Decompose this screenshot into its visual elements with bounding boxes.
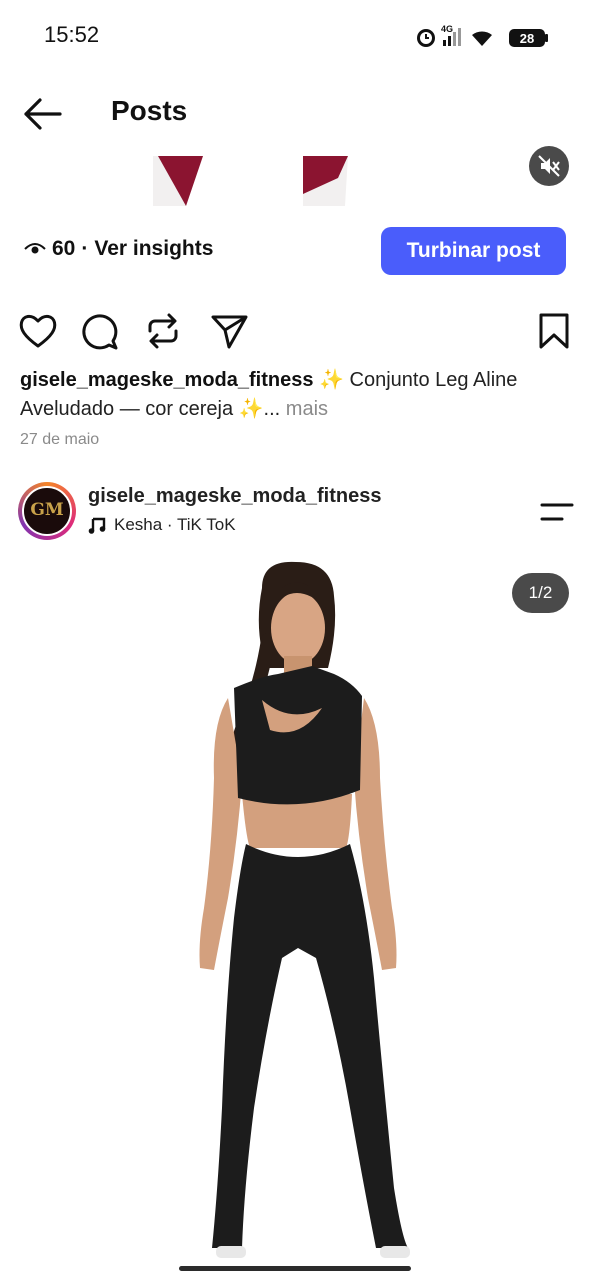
avatar-image: GM <box>22 486 72 536</box>
status-icons: 4G 28 <box>414 22 554 52</box>
views-separator: · <box>81 237 89 260</box>
comment-button[interactable] <box>79 311 119 351</box>
battery-level: 28 <box>520 31 534 46</box>
post-caption: gisele_mageske_moda_fitness ✨ Conjunto L… <box>20 366 570 424</box>
audio-track-label: Kesha · TiK ToK <box>114 515 236 534</box>
audio-track[interactable]: Kesha · TiK ToK <box>88 515 236 535</box>
music-note-icon <box>88 517 106 534</box>
avatar[interactable]: GM <box>18 482 76 540</box>
views-insights[interactable]: 60 · Ver insights <box>24 237 213 261</box>
page-title: Posts <box>111 95 188 126</box>
back-button[interactable] <box>22 96 62 132</box>
post-date: 27 de maio <box>20 431 100 448</box>
back-arrow-icon <box>24 98 62 130</box>
menu-icon <box>540 503 574 521</box>
share-button[interactable] <box>209 311 249 351</box>
insights-link[interactable]: Ver insights <box>94 237 213 261</box>
avatar-logo: GM <box>30 500 64 520</box>
heart-icon <box>19 314 57 348</box>
post-image[interactable] <box>0 548 590 1268</box>
comment-icon <box>82 314 118 350</box>
previous-post-image <box>153 156 348 206</box>
carousel-counter: 1/2 <box>512 573 569 613</box>
eye-icon <box>24 243 46 254</box>
status-time: 15:52 <box>44 22 100 47</box>
mute-button[interactable] <box>529 146 569 186</box>
repost-icon <box>148 313 178 349</box>
mute-icon <box>538 155 560 177</box>
bookmark-icon <box>539 313 569 349</box>
home-indicator[interactable] <box>179 1266 411 1271</box>
post-options-button[interactable] <box>540 500 574 524</box>
post-username[interactable]: gisele_mageske_moda_fitness <box>88 485 382 508</box>
caption-username[interactable]: gisele_mageske_moda_fitness <box>20 369 314 391</box>
share-icon <box>211 315 248 349</box>
previous-post-media[interactable] <box>0 156 590 208</box>
status-icons-svg: 4G 28 <box>417 24 548 47</box>
save-button[interactable] <box>534 311 574 351</box>
caption-more-link[interactable]: mais <box>286 398 328 420</box>
like-button[interactable] <box>18 311 58 351</box>
network-type: 4G <box>441 24 453 34</box>
views-count: 60 <box>52 237 76 260</box>
boost-post-button[interactable]: Turbinar post <box>381 227 566 275</box>
post-photo <box>199 561 410 1258</box>
repost-button[interactable] <box>143 311 183 351</box>
